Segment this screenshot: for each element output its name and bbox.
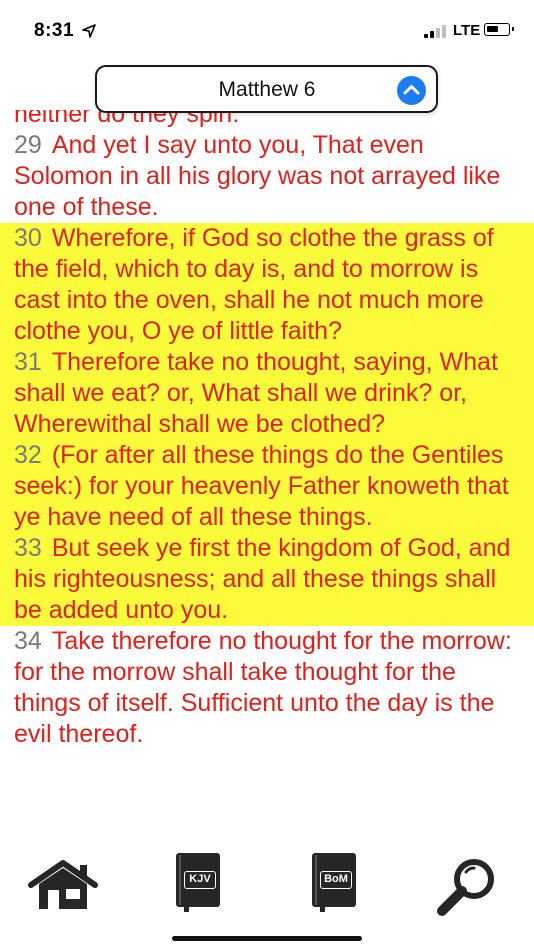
verse-text: Therefore take no thought, saying, What …: [14, 348, 498, 438]
home-tab[interactable]: [28, 859, 98, 911]
magnifier-icon: [437, 859, 494, 916]
verse-32[interactable]: 32 (For after all these things do the Gen…: [0, 440, 534, 533]
verse-text: And yet I say unto you, That even Solomo…: [14, 131, 501, 221]
status-bar: 8:31 LTE: [0, 0, 534, 60]
search-tab[interactable]: [436, 855, 498, 917]
verse-number: 33: [14, 534, 42, 562]
chapter-title: Matthew 6: [218, 78, 316, 101]
chapter-dropdown-button[interactable]: [397, 76, 426, 105]
verse-number: 34: [14, 627, 42, 655]
verse-number: 29: [14, 131, 42, 159]
bom-label: BoM: [320, 871, 352, 889]
tab-bar: KJV BoM: [0, 845, 534, 950]
verse-31[interactable]: 31 Therefore take no thought, saying, Wha…: [0, 347, 534, 440]
battery-icon: [484, 23, 514, 36]
home-icon: [28, 860, 98, 909]
chapter-selector[interactable]: Matthew 6: [95, 65, 438, 113]
verse-text: But seek ye first the kingdom of God, an…: [14, 534, 511, 624]
kjv-tab[interactable]: KJV: [176, 853, 222, 912]
verse-continuation[interactable]: neither do they spin:: [0, 110, 534, 130]
verse-34[interactable]: 34 Take therefore no thought for the morr…: [0, 626, 534, 750]
location-arrow-icon: [82, 24, 96, 38]
verse-text: (For after all these things do the Genti…: [14, 441, 509, 531]
book-icon: BoM: [312, 853, 356, 907]
verse-text: Take therefore no thought for the morrow…: [14, 627, 512, 748]
bom-tab[interactable]: BoM: [312, 853, 358, 912]
cellular-signal-icon: [424, 24, 450, 38]
verse-text: Wherefore, if God so clothe the grass of…: [14, 224, 494, 345]
network-type: LTE: [453, 22, 481, 39]
book-icon: KJV: [176, 853, 220, 907]
verse-33[interactable]: 33 But seek ye first the kingdom of God, …: [0, 533, 534, 626]
verse-number: 32: [14, 441, 42, 469]
status-time: 8:31: [34, 20, 75, 41]
verse-number: 30: [14, 224, 42, 252]
chevron-up-icon: [403, 85, 420, 95]
verse-29[interactable]: 29 And yet I say unto you, That even Solo…: [0, 130, 534, 223]
verse-list: neither do they spin: 29 And yet I say unt…: [0, 110, 534, 750]
home-indicator: [172, 936, 362, 941]
verse-number: 31: [14, 348, 42, 376]
verse-30[interactable]: 30 Wherefore, if God so clothe the grass …: [0, 223, 534, 347]
kjv-label: KJV: [184, 871, 216, 889]
scripture-reader[interactable]: neither do they spin: 29 And yet I say unt…: [0, 110, 534, 845]
